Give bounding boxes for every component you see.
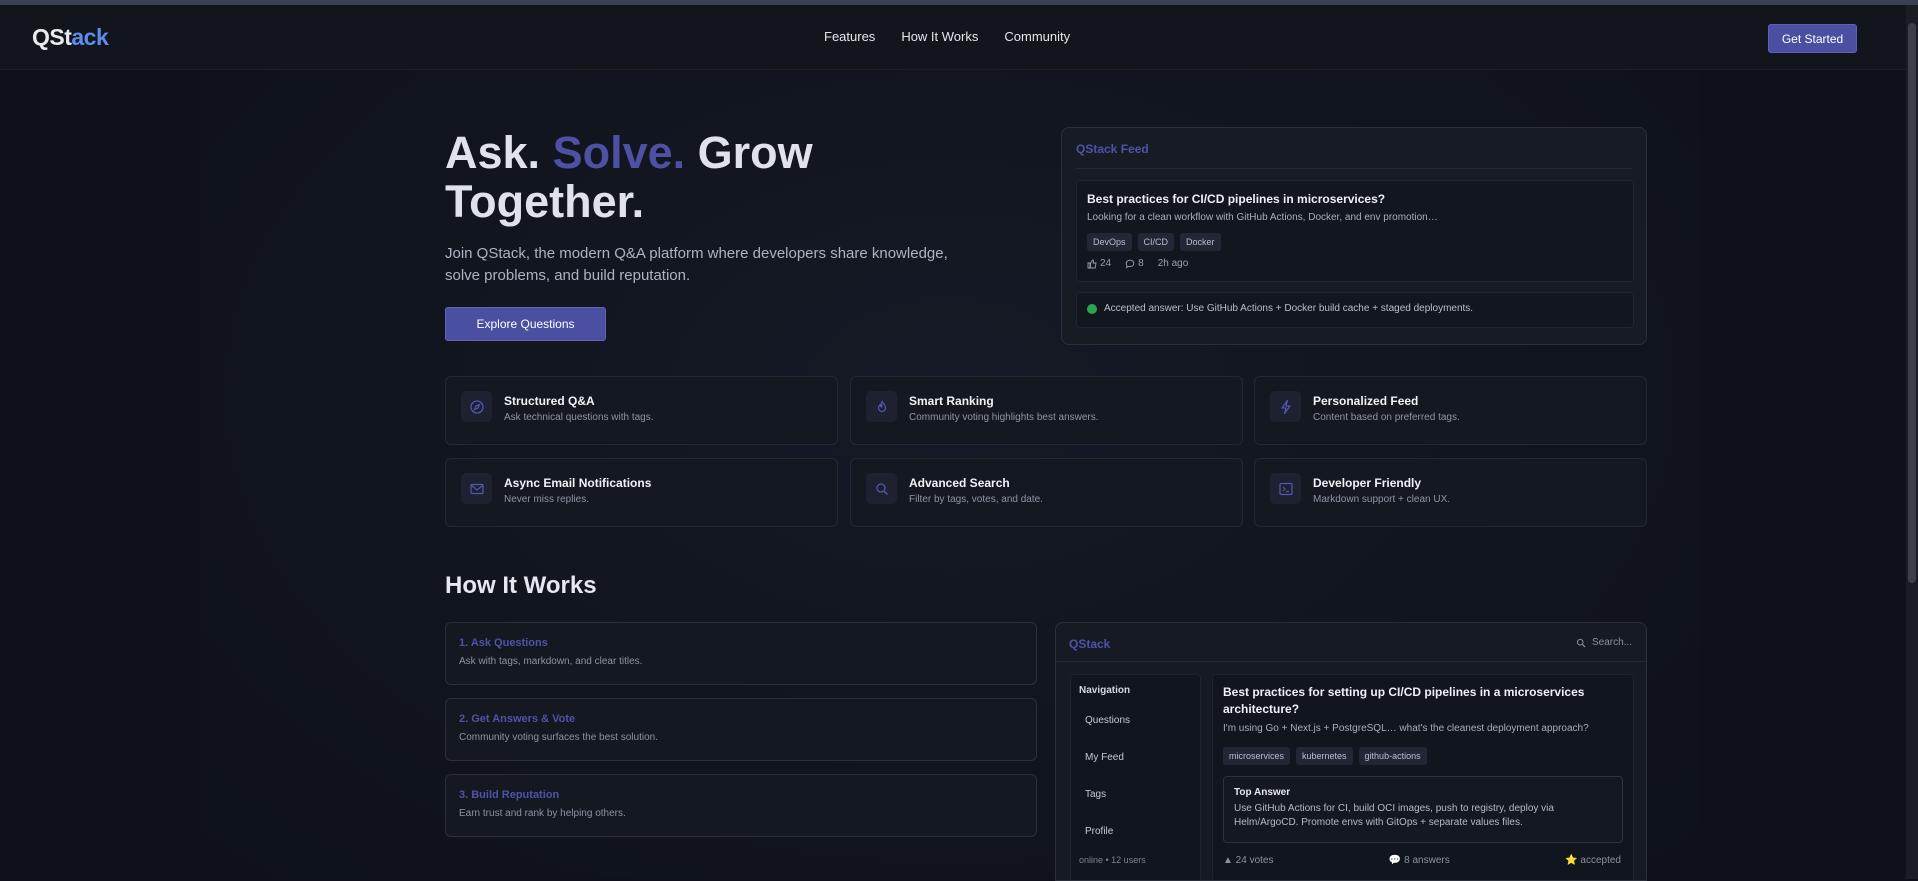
page-scrollbar[interactable]: [1906, 5, 1918, 879]
app-header-divider: [1056, 661, 1646, 662]
top-answer-text: Use GitHub Actions for CI, build OCI ima…: [1234, 803, 1554, 828]
tag-ci-cd[interactable]: CI/CD: [1137, 233, 1175, 251]
app-search-placeholder: Search...: [1591, 637, 1632, 648]
accepted-badge: ⭐ accepted: [1565, 855, 1621, 866]
question-description: I'm using Go + Next.js + PostgreSQL… wha…: [1223, 723, 1589, 734]
feature-title: Async Email Notifications: [504, 476, 652, 490]
app-question-panel: Best practices for setting up CI/CD pipe…: [1212, 674, 1634, 880]
nav-links: Features How It Works Community: [824, 29, 1070, 44]
step-card-answers-vote: 2. Get Answers & Vote Community voting s…: [445, 698, 1037, 761]
feature-title: Personalized Feed: [1313, 394, 1419, 408]
feed-question-meta: 24 8 2h ago: [1087, 258, 1188, 269]
scrollbar-thumb[interactable]: [1908, 23, 1916, 583]
feature-card-smart-ranking: Smart Ranking Community voting highlight…: [850, 376, 1243, 445]
sidebar-heading: Navigation: [1079, 685, 1131, 696]
likes-count: 24: [1100, 258, 1112, 269]
step-desc: Community voting surfaces the best solut…: [459, 732, 658, 743]
feature-card-personalized-feed: Personalized Feed Content based on prefe…: [1254, 376, 1647, 445]
search-icon: [1576, 638, 1586, 647]
logo-text-part2: ack: [71, 24, 109, 50]
step-title: 2. Get Answers & Vote: [459, 713, 576, 725]
step-card-ask: 1. Ask Questions Ask with tags, markdown…: [445, 622, 1037, 685]
app-sidebar: Navigation Questions My Feed Tags Profil…: [1070, 674, 1201, 880]
feature-card-advanced-search: Advanced Search Filter by tags, votes, a…: [850, 458, 1243, 527]
feature-desc: Content based on preferred tags.: [1313, 412, 1460, 423]
app-preview-window: QStack Search... Navigation Questions My…: [1055, 622, 1647, 881]
feed-question-title[interactable]: Best practices for CI/CD pipelines in mi…: [1087, 192, 1385, 206]
hero-title-ask: Ask.: [445, 127, 541, 178]
flame-icon: [866, 391, 897, 422]
nav-link-how-it-works[interactable]: How It Works: [901, 29, 978, 44]
votes-count[interactable]: ▲ 24 votes: [1223, 855, 1273, 866]
sidebar-item-my-feed[interactable]: My Feed: [1085, 752, 1124, 763]
feed-divider: [1076, 168, 1632, 169]
get-started-button[interactable]: Get Started: [1768, 24, 1857, 53]
top-answer-card: Top Answer Use GitHub Actions for CI, bu…: [1223, 776, 1623, 843]
feed-question-tags: DevOps CI/CD Docker: [1087, 233, 1221, 251]
answers-count[interactable]: 💬 8 answers: [1389, 855, 1450, 866]
sidebar-item-questions[interactable]: Questions: [1085, 715, 1130, 726]
logo-text-part1: QSt: [32, 24, 72, 50]
brand-logo[interactable]: QStack: [32, 24, 109, 51]
tag-github-actions[interactable]: github-actions: [1358, 747, 1427, 765]
check-circle-icon: [1087, 304, 1097, 314]
search-icon: [866, 473, 897, 504]
question-stats: ▲ 24 votes 💬 8 answers ⭐ accepted: [1223, 855, 1621, 866]
feature-card-developer-friendly: Developer Friendly Markdown support + cl…: [1254, 458, 1647, 527]
comments-stat[interactable]: 8: [1125, 258, 1144, 269]
feed-header: QStack Feed: [1076, 142, 1149, 156]
bolt-icon: [1270, 391, 1301, 422]
tag-kubernetes[interactable]: kubernetes: [1296, 747, 1353, 765]
feed-question-excerpt: Looking for a clean workflow with GitHub…: [1087, 212, 1438, 223]
feature-desc: Filter by tags, votes, and date.: [909, 494, 1043, 505]
feature-title: Smart Ranking: [909, 394, 994, 408]
app-logo[interactable]: QStack: [1069, 637, 1110, 651]
thumbs-up-icon: [1087, 259, 1097, 268]
feature-title: Developer Friendly: [1313, 476, 1422, 490]
top-answer-heading: Top Answer: [1234, 787, 1291, 798]
feature-desc: Ask technical questions with tags.: [504, 412, 654, 423]
step-title: 3. Build Reputation: [459, 789, 560, 801]
comment-icon: [1125, 259, 1135, 269]
nav-link-features[interactable]: Features: [824, 29, 875, 44]
comments-count: 8: [1138, 258, 1144, 269]
top-navbar: QStack Features How It Works Community G…: [0, 5, 1906, 70]
terminal-icon: [1270, 473, 1301, 504]
app-search-box[interactable]: Search...: [1576, 637, 1632, 648]
tag-devops[interactable]: DevOps: [1087, 233, 1132, 251]
question-title[interactable]: Best practices for setting up CI/CD pipe…: [1223, 684, 1623, 718]
feature-desc: Community voting highlights best answers…: [909, 412, 1099, 423]
feed-question-card[interactable]: Best practices for CI/CD pipelines in mi…: [1076, 180, 1634, 282]
likes-stat[interactable]: 24: [1087, 258, 1111, 269]
step-title: 1. Ask Questions: [459, 637, 548, 649]
accepted-answer-banner: Accepted answer: Use GitHub Actions + Do…: [1076, 292, 1634, 328]
step-card-reputation: 3. Build Reputation Earn trust and rank …: [445, 774, 1037, 837]
feature-card-structured-qa: Structured Q&A Ask technical questions w…: [445, 376, 838, 445]
step-desc: Ask with tags, markdown, and clear title…: [459, 656, 643, 667]
compass-icon: [461, 391, 492, 422]
nav-link-community[interactable]: Community: [1004, 29, 1070, 44]
online-users-status: online • 12 users: [1079, 855, 1146, 865]
how-it-works-heading: How It Works: [445, 572, 597, 599]
mail-icon: [461, 473, 492, 504]
hero-title-solve: Solve.: [552, 127, 686, 178]
feature-title: Structured Q&A: [504, 394, 595, 408]
question-tags: microservices kubernetes github-actions: [1223, 747, 1427, 765]
step-desc: Earn trust and rank by helping others.: [459, 808, 626, 819]
feature-desc: Never miss replies.: [504, 494, 590, 505]
accepted-answer-text: Accepted answer: Use GitHub Actions + Do…: [1104, 303, 1474, 314]
tag-microservices[interactable]: microservices: [1223, 747, 1291, 765]
tag-docker[interactable]: Docker: [1180, 233, 1221, 251]
feature-title: Advanced Search: [909, 476, 1010, 490]
feature-card-async-email: Async Email Notifications Never miss rep…: [445, 458, 838, 527]
sidebar-item-profile[interactable]: Profile: [1085, 826, 1113, 837]
hero-title: Ask. Solve. Grow Together.: [445, 128, 965, 226]
explore-questions-button[interactable]: Explore Questions: [445, 307, 606, 341]
feed-preview-card: QStack Feed Best practices for CI/CD pip…: [1061, 127, 1647, 345]
feature-desc: Markdown support + clean UX.: [1313, 494, 1451, 505]
sidebar-item-tags[interactable]: Tags: [1085, 789, 1106, 800]
hero-subtitle: Join QStack, the modern Q&A platform whe…: [445, 245, 948, 284]
question-time: 2h ago: [1157, 258, 1189, 269]
